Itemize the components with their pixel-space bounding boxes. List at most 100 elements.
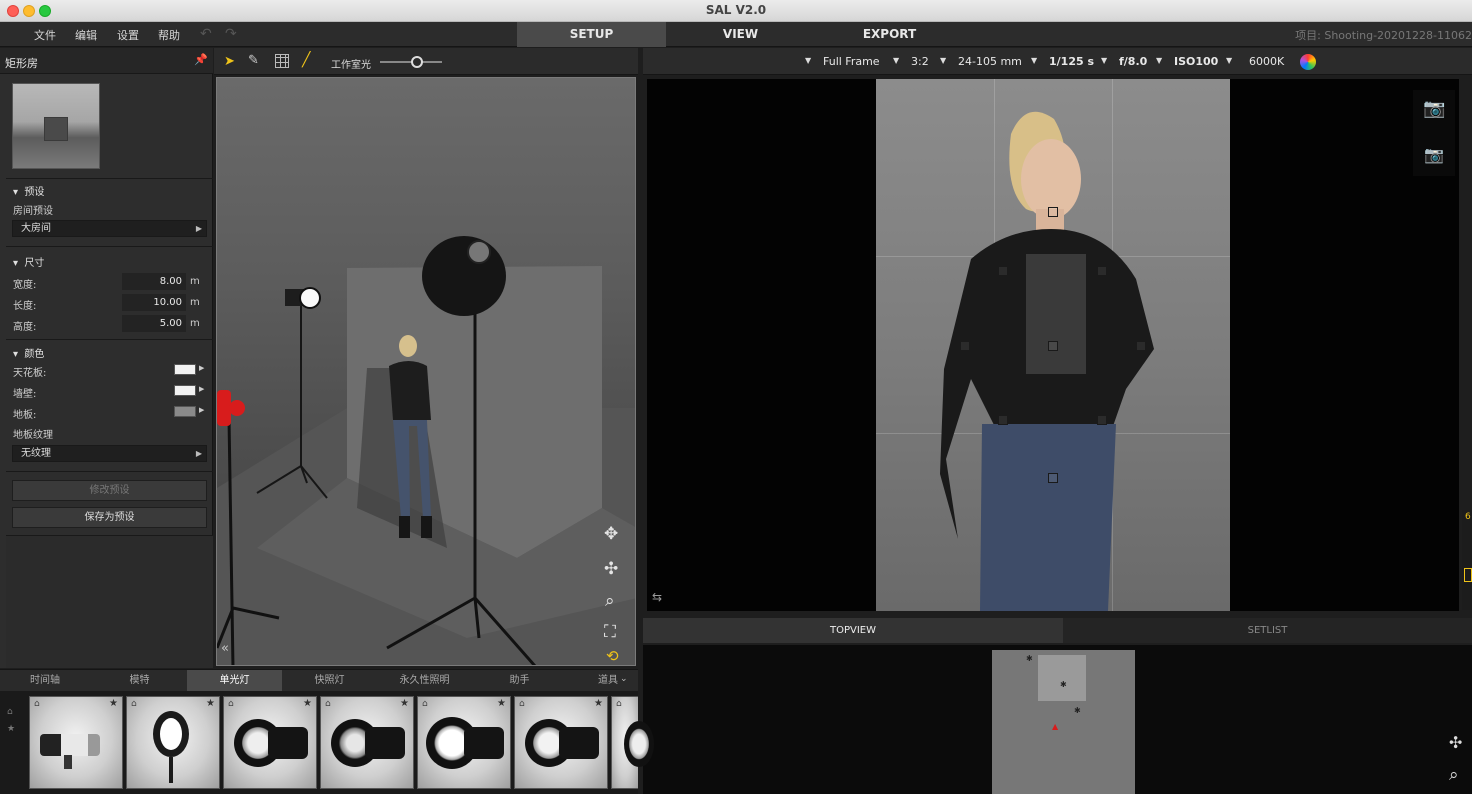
orbit-icon[interactable]: ✥ (604, 524, 618, 544)
collapse-panel-icon[interactable]: « (221, 641, 229, 656)
tab-setlist[interactable]: SETLIST (1063, 618, 1472, 643)
reset-view-icon[interactable]: ⟲ (606, 647, 619, 665)
library-item[interactable]: ⌂ (611, 696, 654, 789)
swap-view-icon[interactable]: ⇆ (652, 590, 662, 604)
library-tab-strobes[interactable]: 单光灯 (187, 670, 282, 692)
sensor-select[interactable]: Full Frame (823, 55, 880, 68)
tab-view[interactable]: VIEW (666, 22, 815, 47)
tab-topview[interactable]: TOPVIEW (643, 618, 1063, 643)
panel-title: 矩形房 (5, 57, 38, 70)
divider (6, 178, 213, 179)
fit-view-icon[interactable]: ⛶ (604, 622, 616, 642)
pin-icon[interactable]: 📌 (194, 53, 208, 66)
floor-color-swatch[interactable] (174, 406, 196, 417)
menu-file[interactable]: 文件 (34, 27, 56, 43)
iso-select[interactable]: ISO100 (1174, 55, 1218, 68)
star-icon[interactable]: ★ (109, 698, 118, 709)
chevron-down-icon[interactable]: ▼ (1031, 56, 1037, 65)
aspect-ratio-select[interactable]: 3:2 (911, 55, 929, 68)
line-tool-icon[interactable]: ╱ (302, 52, 310, 68)
library-tab-speedlights[interactable]: 快照灯 (282, 670, 377, 692)
room-preset-dropdown[interactable]: 大房间 ▶ (12, 220, 207, 237)
focus-point-handle[interactable] (1048, 341, 1058, 351)
aperture-select[interactable]: f/8.0 (1119, 55, 1147, 68)
collapse-arrow-icon: ▾ (13, 349, 19, 360)
floor-texture-dropdown[interactable]: 无纹理 ▶ (12, 445, 207, 462)
white-balance-select[interactable]: 6000K (1249, 55, 1284, 68)
library-item[interactable]: ⌂ ★ (514, 696, 608, 789)
wall-color-swatch[interactable] (174, 385, 196, 396)
top-view-light: ✱ (1074, 706, 1081, 715)
chevron-right-icon[interactable]: ▶ (199, 406, 204, 414)
grid-icon[interactable] (275, 54, 289, 68)
favorites-star-icon[interactable]: ★ (7, 724, 15, 734)
chevron-right-icon[interactable]: ▶ (199, 385, 204, 393)
focus-point-handle[interactable] (1048, 207, 1058, 217)
chevron-right-icon[interactable]: ▶ (199, 364, 204, 372)
focus-point-handle[interactable] (1097, 266, 1107, 276)
library-item[interactable]: ⌂ ★ (29, 696, 123, 789)
chevron-down-icon[interactable]: ▼ (805, 56, 811, 65)
side-toolbar-button[interactable] (1464, 568, 1472, 582)
lens-select[interactable]: 24-105 mm (958, 55, 1022, 68)
star-icon[interactable]: ★ (594, 698, 603, 709)
zoom-icon[interactable]: ⌕ (605, 591, 615, 611)
library-tab-assistants[interactable]: 助手 (472, 670, 567, 692)
modify-preset-button[interactable]: 修改预设 (12, 480, 207, 501)
menu-settings[interactable]: 设置 (117, 27, 139, 43)
color-wheel-icon[interactable] (1300, 54, 1316, 70)
focus-point-handle[interactable] (960, 341, 970, 351)
width-field[interactable]: 8.00 (122, 273, 186, 290)
tab-setup[interactable]: SETUP (517, 22, 666, 47)
star-icon[interactable]: ★ (303, 698, 312, 709)
chevron-down-icon[interactable]: ⌄ (620, 674, 628, 684)
focus-point-handle[interactable] (998, 415, 1008, 425)
redo-icon[interactable]: ↷ (225, 26, 237, 42)
color-section-toggle[interactable]: ▾ 颜色 (13, 345, 44, 360)
library-item[interactable]: ⌂ ★ (417, 696, 511, 789)
length-field[interactable]: 10.00 (122, 294, 186, 311)
shutter-select[interactable]: 1/125 s (1049, 55, 1094, 68)
chevron-down-icon[interactable]: ▼ (1101, 56, 1107, 65)
focus-point-handle[interactable] (1048, 473, 1058, 483)
zoom-icon[interactable]: ⌕ (1449, 765, 1459, 785)
top-view-canvas[interactable]: ✱ ✱ ✱ ▲ ✣ ⌕ (643, 645, 1472, 794)
menu-edit[interactable]: 编辑 (75, 27, 97, 43)
preset-section-toggle[interactable]: ▾ 预设 (13, 183, 44, 198)
chevron-down-icon[interactable]: ▼ (893, 56, 899, 65)
chevron-down-icon[interactable]: ▼ (940, 56, 946, 65)
save-preset-button[interactable]: 保存为预设 (12, 507, 207, 528)
ceiling-color-swatch[interactable] (174, 364, 196, 375)
pan-icon[interactable]: ✣ (1449, 733, 1462, 752)
star-icon[interactable]: ★ (497, 698, 506, 709)
project-name: 项目: Shooting-20201228-11062 (1295, 29, 1472, 42)
camera-frame[interactable] (876, 79, 1230, 611)
ceiling-label: 天花板: (13, 368, 47, 379)
library-tab-models[interactable]: 模特 (92, 670, 187, 692)
measure-ruler-icon[interactable]: ✎ (248, 53, 259, 68)
library-tab-timeline[interactable]: 时间轴 (0, 670, 90, 692)
studio-light-slider-knob[interactable] (411, 56, 424, 68)
tab-export[interactable]: EXPORT (815, 22, 964, 47)
star-icon[interactable]: ★ (400, 698, 409, 709)
select-arrow-icon[interactable]: ➤ (224, 54, 235, 69)
height-field[interactable]: 5.00 (122, 315, 186, 332)
pan-icon[interactable]: ✣ (604, 559, 618, 579)
undo-icon[interactable]: ↶ (200, 26, 212, 42)
camera-snapshot-icon[interactable]: 📷 (1424, 145, 1444, 164)
focus-point-handle[interactable] (1097, 415, 1107, 425)
library-tab-continuous[interactable]: 永久性照明 (377, 670, 472, 692)
camera-capture-icon[interactable]: 📷 (1423, 98, 1445, 119)
focus-point-handle[interactable] (1136, 341, 1146, 351)
chevron-down-icon[interactable]: ▼ (1226, 56, 1232, 65)
home-icon[interactable]: ⌂ (7, 707, 13, 717)
library-item[interactable]: ⌂ ★ (126, 696, 220, 789)
menu-help[interactable]: 帮助 (158, 27, 180, 43)
library-item[interactable]: ⌂ ★ (320, 696, 414, 789)
star-icon[interactable]: ★ (206, 698, 215, 709)
chevron-down-icon[interactable]: ▼ (1156, 56, 1162, 65)
focus-point-handle[interactable] (998, 266, 1008, 276)
3d-viewport[interactable]: « ✥ ✣ ⌕ ⛶ ⟲ (216, 77, 636, 666)
library-item[interactable]: ⌂ ★ (223, 696, 317, 789)
size-section-toggle[interactable]: ▾ 尺寸 (13, 254, 44, 269)
